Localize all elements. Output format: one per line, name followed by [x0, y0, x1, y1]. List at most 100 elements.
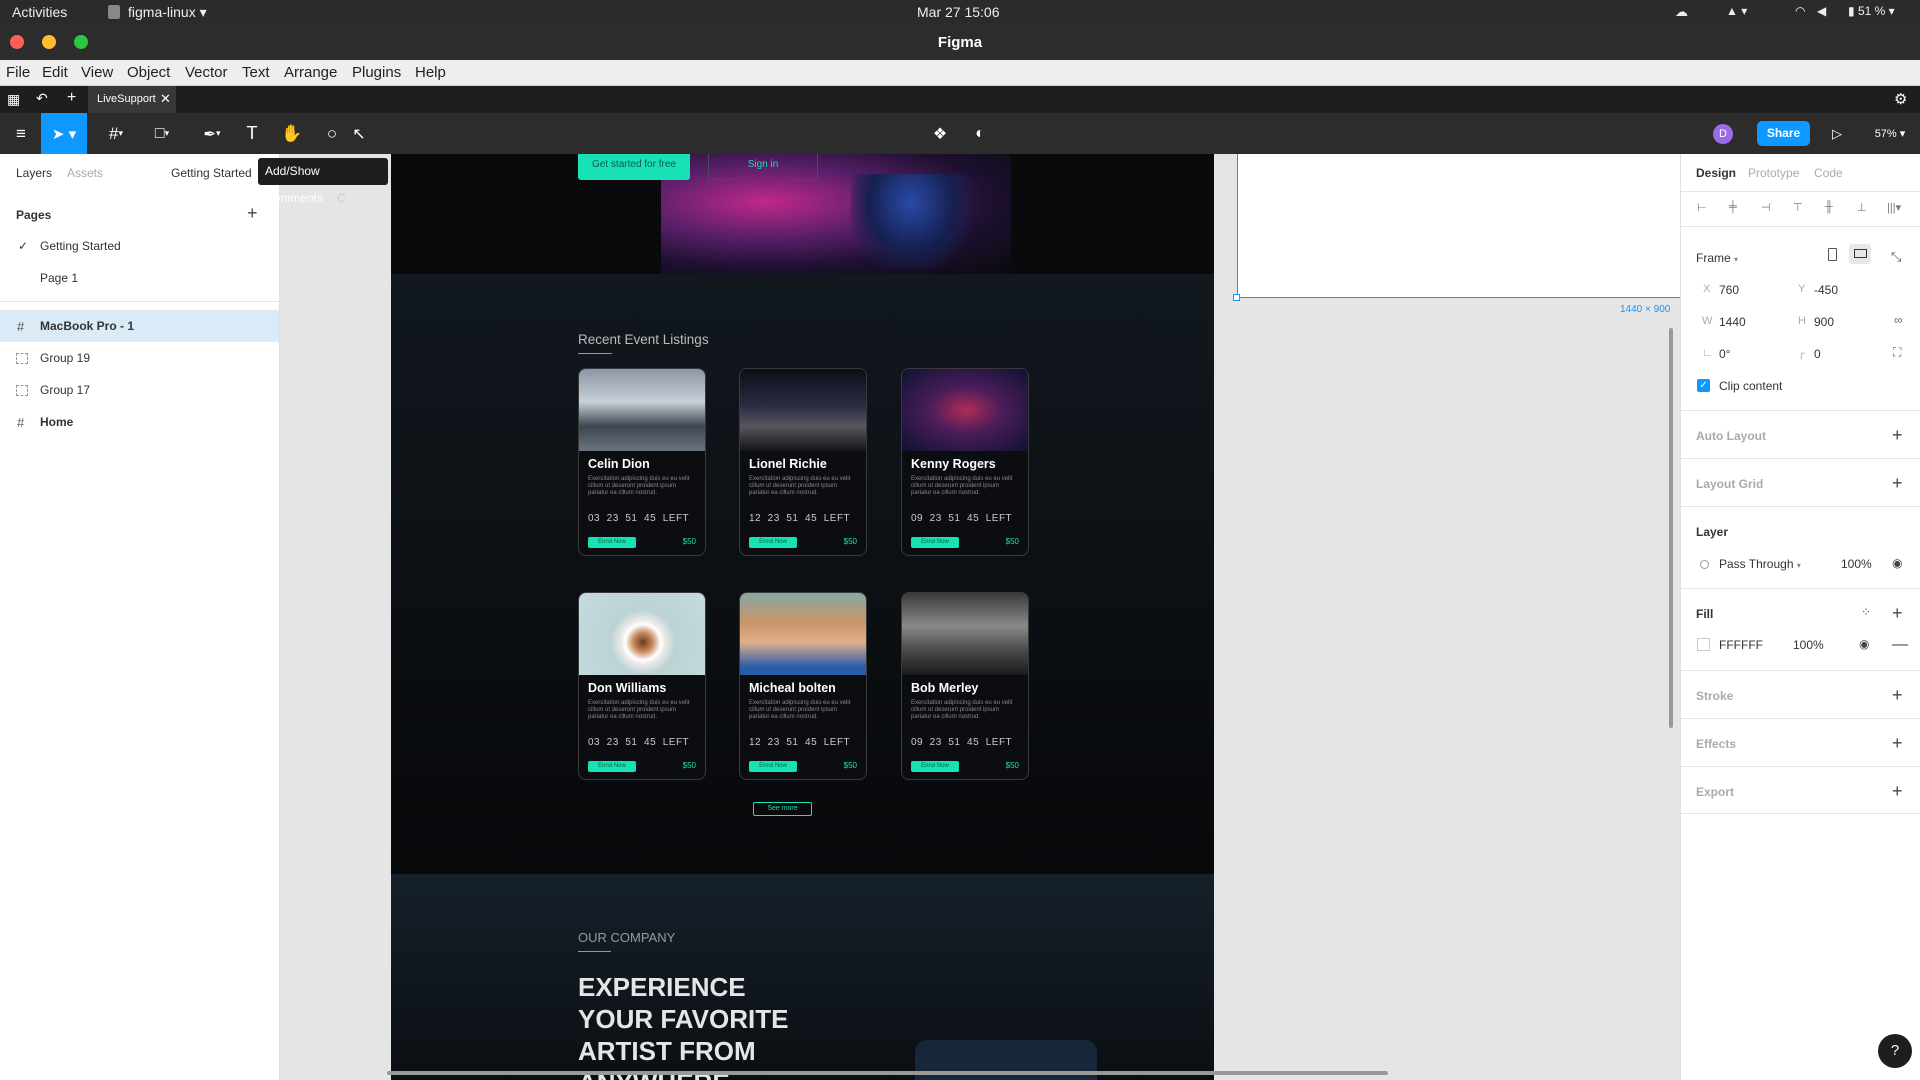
add-page-icon[interactable]: + — [247, 203, 258, 224]
constrain-proportions-icon[interactable]: ∞ — [1894, 313, 1903, 327]
add-auto-layout-icon[interactable]: + — [1892, 426, 1903, 444]
enrol-now-button[interactable]: Enrol Now — [911, 761, 959, 772]
clip-content-checkbox[interactable]: ✓ — [1697, 379, 1710, 392]
align-middle-icon[interactable]: ╫ — [1825, 201, 1833, 213]
sign-in-button[interactable]: Sign in — [708, 154, 818, 180]
landscape-button[interactable] — [1849, 244, 1871, 264]
layer-group-19[interactable]: Group 19 — [0, 342, 279, 374]
fill-swatch[interactable] — [1697, 638, 1710, 651]
portrait-icon[interactable] — [1828, 248, 1837, 261]
corner-radius-input[interactable]: 0 — [1814, 347, 1821, 361]
height-input[interactable]: 900 — [1814, 315, 1834, 329]
event-card[interactable]: Lionel Richie Exercitation adipiscing dui… — [739, 368, 867, 556]
enrol-now-button[interactable]: Enrol Now — [749, 537, 797, 548]
comment-tool-icon[interactable]: ○ — [318, 113, 346, 154]
menu-file[interactable]: File — [6, 64, 30, 81]
remove-fill-icon[interactable]: — — [1892, 636, 1908, 654]
add-fill-icon[interactable]: + — [1892, 604, 1903, 622]
notification-icon[interactable]: ▲ ▾ — [1726, 4, 1747, 18]
pen-tool-icon[interactable]: ✒ ▾ — [194, 113, 230, 154]
tab-design[interactable]: Design — [1696, 166, 1736, 180]
event-card[interactable]: Bob Merley Exercitation adipiscing duis e… — [901, 592, 1029, 780]
home-grid-icon[interactable]: ▦ — [7, 91, 20, 108]
fill-opacity-input[interactable]: 100% — [1793, 638, 1824, 652]
help-button[interactable]: ? — [1878, 1034, 1912, 1068]
fill-hex-input[interactable]: FFFFFF — [1719, 638, 1763, 652]
x-input[interactable]: 760 — [1719, 283, 1739, 297]
design-canvas[interactable]: Get started for free Sign in Recent Even… — [280, 154, 1680, 1080]
tab-livesupport[interactable]: LiveSupport ✕ — [88, 86, 176, 113]
wifi-icon[interactable]: ◠ — [1795, 4, 1805, 18]
user-avatar[interactable]: D — [1713, 124, 1733, 144]
align-center-h-icon[interactable]: ╪ — [1729, 201, 1737, 213]
tab-code[interactable]: Code — [1814, 166, 1843, 180]
activities-button[interactable]: Activities — [12, 4, 67, 20]
settings-gear-icon[interactable]: ⚙ — [1894, 90, 1907, 108]
align-bottom-icon[interactable]: ⊥ — [1857, 201, 1867, 214]
event-card[interactable]: Celin Dion Exercitation adipiscing duis e… — [578, 368, 706, 556]
frame-type-dropdown[interactable]: Frame ▾ — [1696, 251, 1738, 265]
text-tool-icon[interactable]: T — [240, 113, 264, 154]
menu-view[interactable]: View — [81, 64, 113, 81]
frame-tool-icon[interactable]: # ▾ — [98, 113, 134, 154]
page-getting-started[interactable]: ✓ Getting Started — [0, 230, 279, 262]
layer-home[interactable]: # Home — [0, 406, 279, 438]
battery-indicator[interactable]: ▮ 51 % ▾ — [1848, 4, 1895, 18]
align-top-icon[interactable]: ⊤ — [1793, 201, 1803, 214]
y-input[interactable]: -450 — [1814, 283, 1838, 297]
share-button[interactable]: Share — [1757, 121, 1810, 146]
clock[interactable]: Mar 27 15:06 — [917, 4, 1000, 20]
page-switcher[interactable]: Getting Started — [171, 166, 252, 180]
layer-group-17[interactable]: Group 17 — [0, 374, 279, 406]
fill-visibility-eye-icon[interactable]: ◉ — [1859, 637, 1869, 651]
back-icon[interactable]: ↶ — [36, 90, 48, 107]
add-layout-grid-icon[interactable]: + — [1892, 474, 1903, 492]
vertical-scrollbar[interactable] — [1669, 328, 1673, 728]
styles-grid-icon[interactable]: ⁘ — [1861, 605, 1871, 619]
fit-frame-icon[interactable]: ⤡ — [1891, 249, 1901, 265]
menu-vector[interactable]: Vector — [185, 64, 228, 81]
layer-macbook-pro-1[interactable]: # MacBook Pro - 1 — [0, 310, 279, 342]
enrol-now-button[interactable]: Enrol Now — [911, 537, 959, 548]
enrol-now-button[interactable]: Enrol Now — [749, 761, 797, 772]
horizontal-scrollbar[interactable] — [387, 1071, 1388, 1075]
enrol-now-button[interactable]: Enrol Now — [588, 537, 636, 548]
blend-mode-dropdown[interactable]: Pass Through ▾ — [1719, 557, 1801, 571]
event-card[interactable]: Micheal bolten Exercitation adipiscing du… — [739, 592, 867, 780]
present-play-icon[interactable]: ▷ — [1826, 113, 1848, 154]
resize-handle[interactable] — [1233, 294, 1240, 301]
menu-edit[interactable]: Edit — [42, 64, 68, 81]
add-export-icon[interactable]: + — [1892, 782, 1903, 800]
get-started-button[interactable]: Get started for free — [578, 154, 690, 180]
tab-assets[interactable]: Assets — [67, 166, 103, 180]
enrol-now-button[interactable]: Enrol Now — [588, 761, 636, 772]
add-stroke-icon[interactable]: + — [1892, 686, 1903, 704]
event-card[interactable]: Kenny Rogers Exercitation adipiscing duis… — [901, 368, 1029, 556]
rectangle-tool-icon[interactable]: □ ▾ — [144, 113, 180, 154]
width-input[interactable]: 1440 — [1719, 315, 1746, 329]
menu-help[interactable]: Help — [415, 64, 446, 81]
move-tool-button[interactable]: ➤ ▾ — [41, 113, 87, 154]
menu-plugins[interactable]: Plugins — [352, 64, 401, 81]
volume-icon[interactable]: ◀ — [1817, 4, 1826, 18]
main-menu-icon[interactable]: ≡ — [8, 113, 34, 154]
distribute-icon[interactable]: |||▾ — [1887, 201, 1901, 214]
menu-object[interactable]: Object — [127, 64, 170, 81]
align-right-icon[interactable]: ⊣ — [1761, 201, 1771, 214]
close-tab-icon[interactable]: ✕ — [160, 91, 171, 107]
tab-layers[interactable]: Layers — [16, 166, 52, 180]
page-1[interactable]: Page 1 — [0, 262, 279, 294]
event-card[interactable]: Don Williams Exercitation adipiscing duis… — [578, 592, 706, 780]
hand-tool-icon[interactable]: ✋ — [278, 113, 306, 154]
selected-frame[interactable] — [1237, 154, 1680, 298]
add-effect-icon[interactable]: + — [1892, 734, 1903, 752]
cloud-icon[interactable]: ☁ — [1675, 4, 1688, 20]
see-more-button[interactable]: See more — [753, 802, 812, 816]
new-tab-icon[interactable]: + — [67, 89, 76, 107]
app-menu[interactable]: figma-linux ▾ — [128, 4, 207, 21]
visibility-eye-icon[interactable]: ◉ — [1892, 556, 1902, 570]
components-icon[interactable]: ❖ — [928, 113, 952, 154]
menu-text[interactable]: Text — [242, 64, 270, 81]
macbook-pro-frame[interactable]: Get started for free Sign in Recent Even… — [391, 154, 1214, 1080]
layer-opacity-input[interactable]: 100% — [1841, 557, 1872, 571]
